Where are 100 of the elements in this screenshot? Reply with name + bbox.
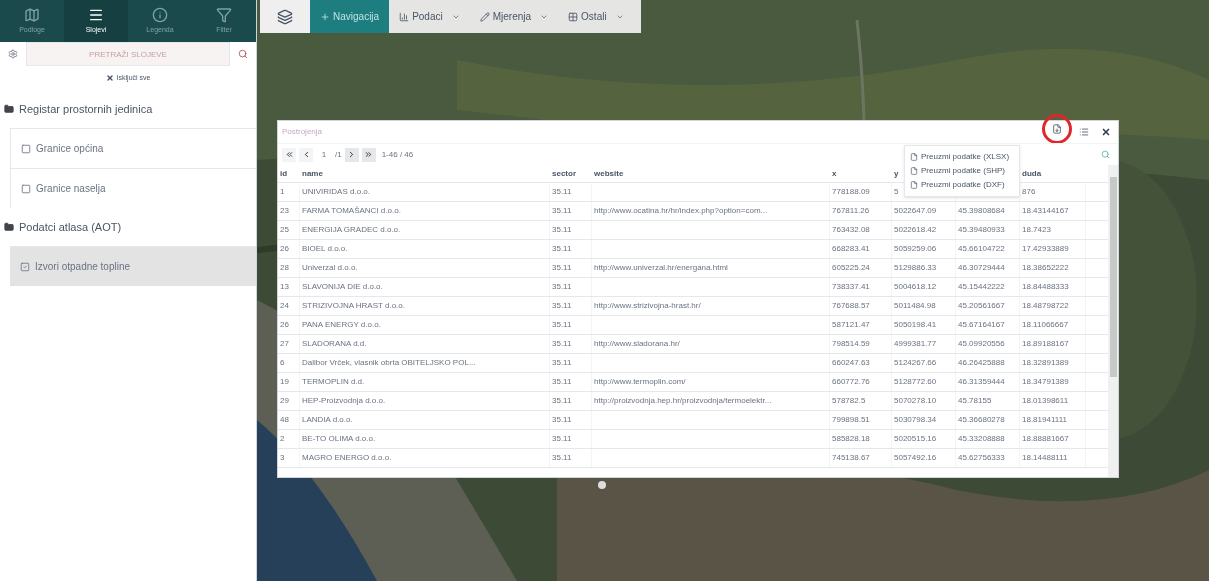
table-cell: 5059259.06 bbox=[894, 243, 937, 255]
table-cell: ENERGIJA GRADEC d.o.o. bbox=[302, 224, 401, 236]
table-cell: http://www.sladorana.hr/ bbox=[594, 338, 680, 350]
layer-item[interactable]: Granice općina bbox=[10, 128, 256, 168]
column-header: sector bbox=[552, 168, 576, 178]
previous-page-button[interactable] bbox=[299, 147, 313, 162]
table-cell: 5 bbox=[894, 186, 899, 198]
search-icon bbox=[1101, 150, 1110, 159]
table-cell: 45.66104722 bbox=[958, 243, 1005, 255]
folder-icon bbox=[4, 104, 14, 114]
table-cell: 35.11 bbox=[552, 205, 572, 217]
table-cell: 29 bbox=[280, 395, 289, 407]
table-cell: 18.88881667 bbox=[1022, 433, 1069, 445]
panel-title: Postrojenja bbox=[282, 126, 324, 138]
menu-dropdown[interactable]: Mjerenja bbox=[469, 0, 559, 33]
toolbar-button[interactable]: Navigacija bbox=[310, 0, 390, 33]
layers-icon bbox=[277, 8, 293, 25]
table-cell: 35.11 bbox=[552, 357, 572, 369]
table-cell: 5030798.34 bbox=[894, 414, 937, 426]
double-chevron-right-icon bbox=[364, 150, 374, 159]
table-cell: 18.48798722 bbox=[1022, 300, 1069, 312]
table-cell: 5129886.33 bbox=[894, 262, 937, 274]
table-cell: 18.84488333 bbox=[1022, 281, 1069, 293]
table-cell: 45.33208888 bbox=[958, 433, 1005, 445]
menu-dropdown[interactable]: Podaci bbox=[389, 0, 470, 33]
double-chevron-left-icon bbox=[284, 150, 294, 159]
file-icon bbox=[1052, 124, 1062, 134]
next-page-button[interactable] bbox=[344, 147, 359, 162]
table-cell: 18.7423 bbox=[1022, 224, 1051, 236]
table-cell: 5070278.10 bbox=[894, 395, 937, 407]
checkbox-icon[interactable] bbox=[21, 143, 31, 154]
last-page-button[interactable] bbox=[361, 147, 376, 162]
menu-item[interactable]: Preuzmi podatke (DXF) bbox=[905, 178, 1019, 192]
layer-item[interactable]: Izvori otpadne topline bbox=[10, 246, 256, 286]
table-cell: 18.34791389 bbox=[1022, 376, 1069, 388]
table-cell: http://www.ocatina.hr/hr/index.php?option=com... bbox=[594, 205, 768, 217]
table-cell: http://www.termoplin.com/ bbox=[594, 376, 686, 388]
layer-item[interactable]: Granice naselja bbox=[10, 168, 256, 208]
table-cell: http://www.strizivojna-hrast.hr/ bbox=[594, 300, 701, 312]
settings-icon[interactable] bbox=[8, 49, 18, 59]
file-icon bbox=[910, 167, 918, 175]
table-cell: 5022647.09 bbox=[894, 205, 937, 217]
table-cell: 2 bbox=[280, 433, 285, 445]
table-cell: 18.38652222 bbox=[1022, 262, 1069, 274]
plus-icon bbox=[320, 11, 330, 22]
table-cell: 18.89188167 bbox=[1022, 338, 1069, 350]
table-cell: 35.11 bbox=[552, 338, 572, 350]
table-cell: 24 bbox=[280, 300, 289, 312]
column-header: x bbox=[832, 168, 837, 178]
table-cell: 35.11 bbox=[552, 319, 572, 331]
search-field[interactable]: PRETRAŽI SLOJEVE bbox=[26, 42, 230, 66]
table-cell: PANA ENERGY d.o.o. bbox=[302, 319, 381, 331]
table-cell: 767811.26 bbox=[832, 205, 870, 217]
layer-group[interactable]: Registar prostornih jedinica bbox=[0, 90, 256, 128]
table-cell: 45.09920556 bbox=[958, 338, 1005, 350]
table-cell: 18.32891389 bbox=[1022, 357, 1069, 369]
table-cell: 3 bbox=[280, 452, 285, 464]
table-cell: 778188.09 bbox=[832, 186, 870, 198]
info-icon bbox=[152, 6, 168, 23]
table-cell: STRIZIVOJNA HRAST d.o.o. bbox=[302, 300, 405, 312]
file-icon bbox=[910, 153, 918, 161]
layer-group[interactable]: Podatci atlasa (AOT) bbox=[0, 208, 256, 246]
table-cell: 35.11 bbox=[552, 186, 572, 198]
table-cell: 660772.76 bbox=[832, 376, 870, 388]
page-field[interactable]: 1 bbox=[316, 148, 332, 161]
table-cell: 587121.47 bbox=[832, 319, 870, 331]
first-page-button[interactable] bbox=[282, 147, 296, 162]
table-cell: 26 bbox=[280, 319, 289, 331]
checkbox-icon[interactable] bbox=[21, 183, 31, 194]
table-cell: 1 bbox=[280, 186, 285, 198]
table-cell: BE-TO OLIMA d.o.o. bbox=[302, 433, 376, 445]
table-cell: 660247.63 bbox=[832, 357, 870, 369]
table-cell: 578782.5 bbox=[832, 395, 866, 407]
menu-dropdown[interactable]: Ostali bbox=[558, 0, 634, 33]
table-cell: 45.78155 bbox=[958, 395, 992, 407]
table-cell: SLADORANA d.d. bbox=[302, 338, 367, 350]
table-cell: UNIVIRIDAS d.o.o. bbox=[302, 186, 371, 198]
table-cell: 5011484.98 bbox=[894, 300, 936, 312]
table-cell: 27 bbox=[280, 338, 289, 350]
table-cell: 35.11 bbox=[552, 395, 572, 407]
table-cell: 23 bbox=[280, 205, 289, 217]
table-cell: 45.36680278 bbox=[958, 414, 1005, 426]
table-cell: 5124267.66 bbox=[894, 357, 937, 369]
checkbox-icon[interactable] bbox=[20, 261, 30, 272]
folder-icon bbox=[4, 222, 14, 232]
list-icon bbox=[1079, 127, 1089, 137]
table-cell: 18.81941111 bbox=[1022, 414, 1067, 426]
table-cell: 5020515.16 bbox=[894, 433, 937, 445]
export-button[interactable] bbox=[1050, 122, 1064, 136]
table-cell: 5022618.42 bbox=[894, 224, 937, 236]
table-cell: Dalibor Vrček, vlasnik obrta OBITELJSKO POL... bbox=[302, 357, 476, 369]
table-cell: 25 bbox=[280, 224, 289, 236]
layers-button[interactable] bbox=[260, 0, 310, 33]
menu-item[interactable]: Preuzmi podatke (XLSX) bbox=[905, 150, 1019, 164]
column-header: duda bbox=[1022, 168, 1042, 178]
table-cell: 35.11 bbox=[552, 376, 572, 388]
menu-item[interactable]: Preuzmi podatke (SHP) bbox=[905, 164, 1019, 178]
column-header: y bbox=[894, 168, 899, 178]
column-header: id bbox=[280, 168, 288, 178]
table-cell: 13 bbox=[280, 281, 289, 293]
